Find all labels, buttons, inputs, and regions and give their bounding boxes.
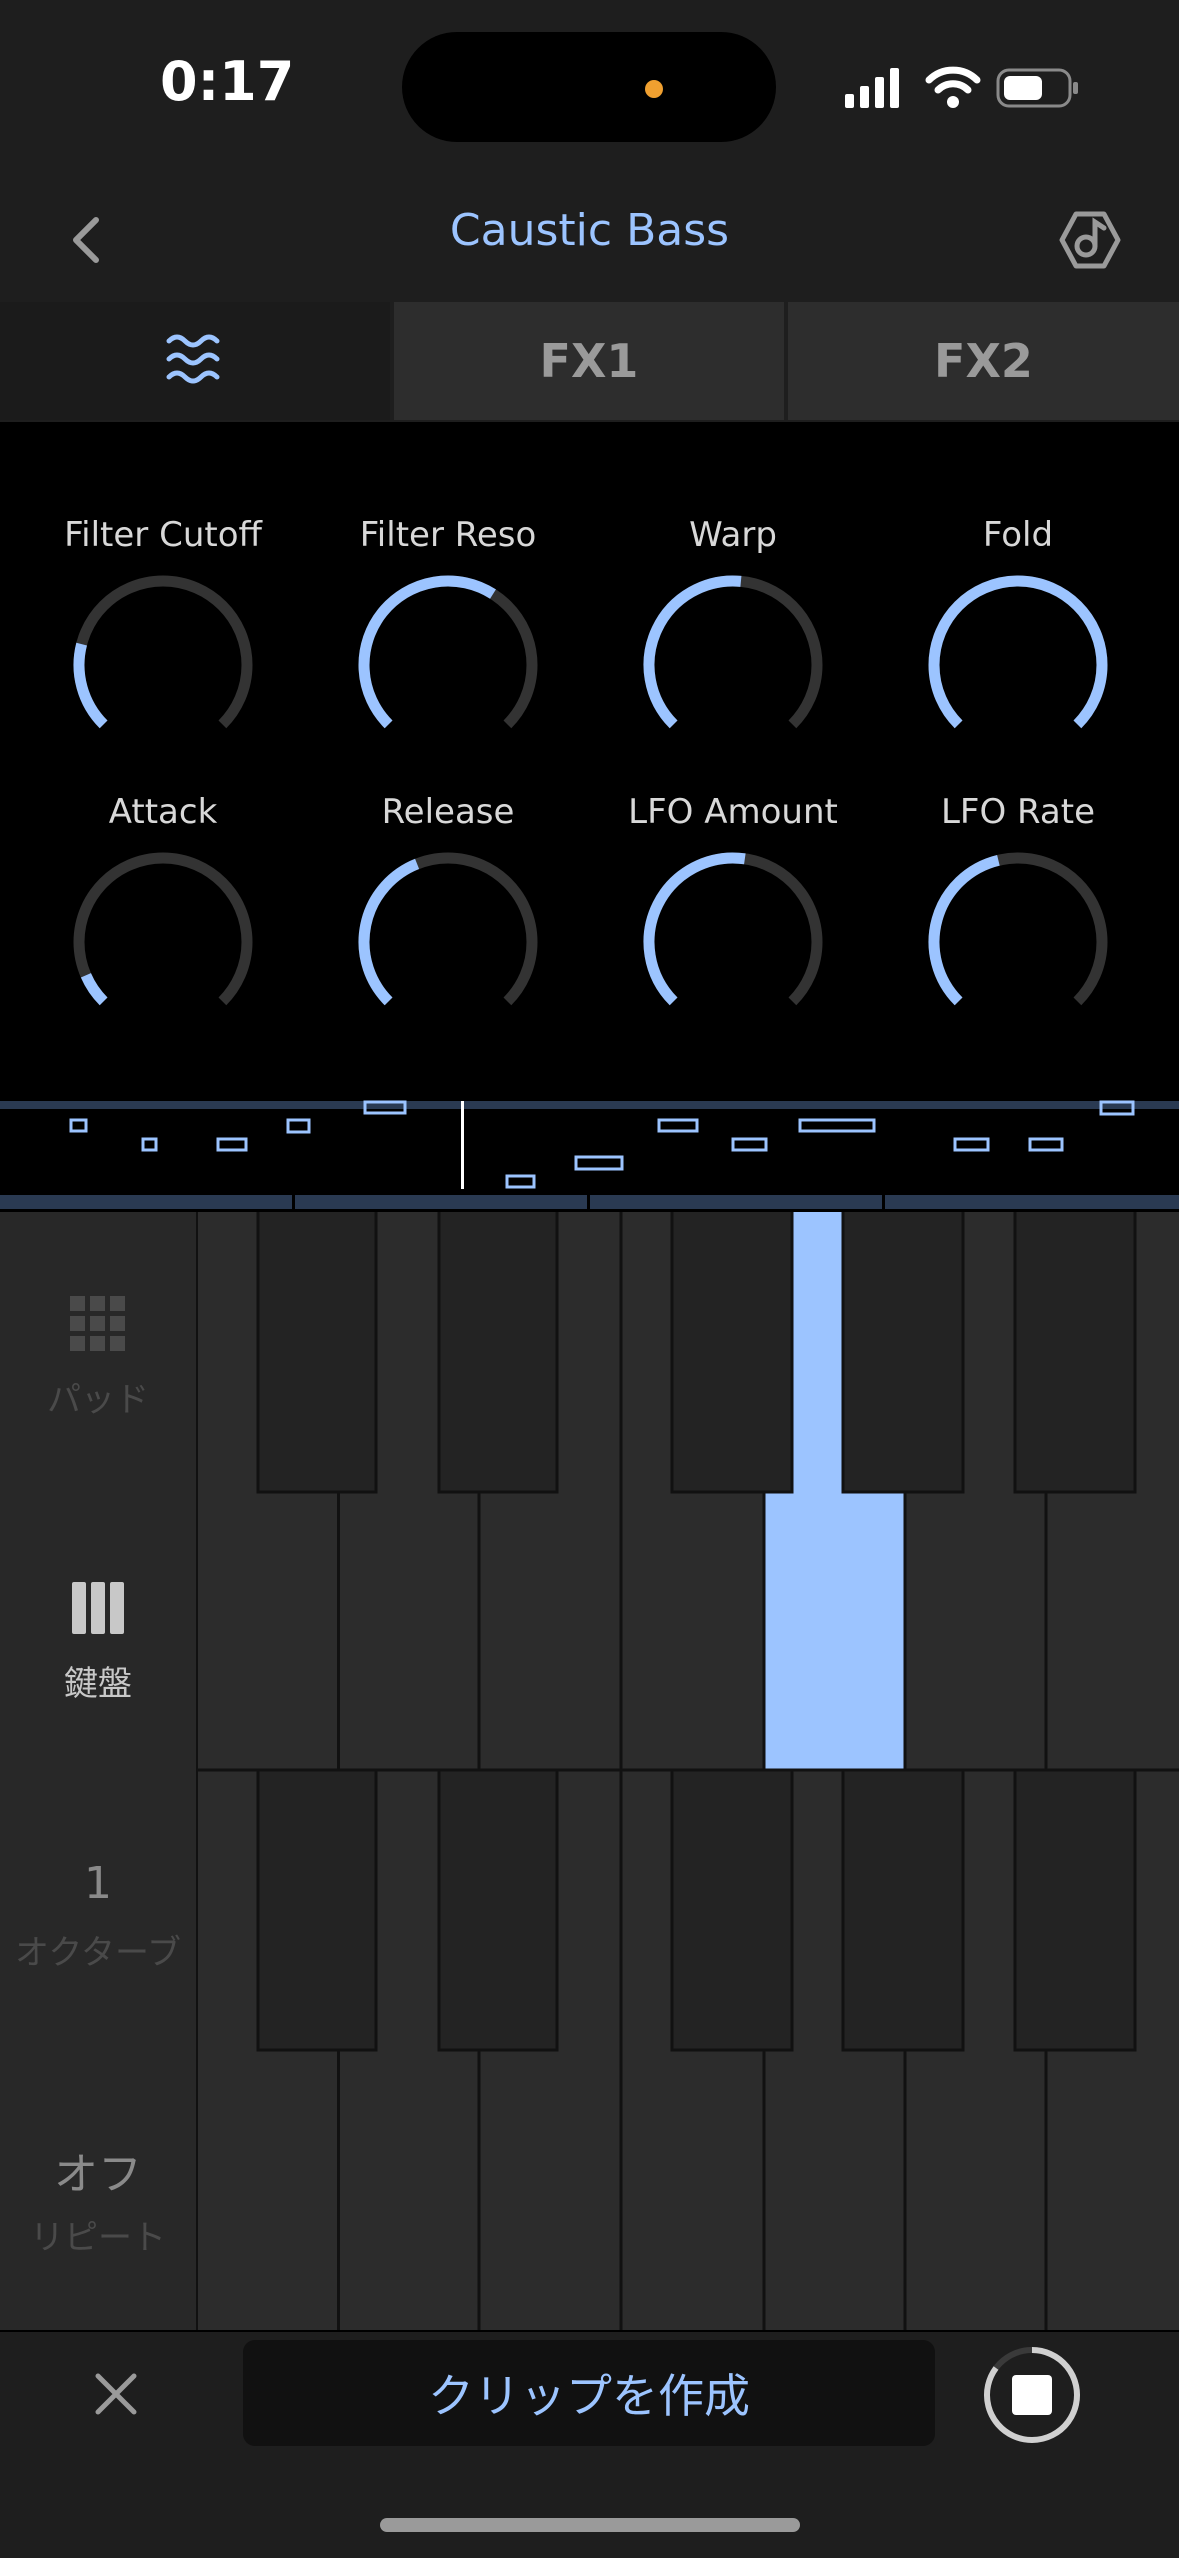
- knob-dial[interactable]: [358, 575, 538, 755]
- knob-track: [73, 575, 253, 729]
- create-clip-label: クリップを作成: [428, 2369, 750, 2423]
- status-time: 0:17: [160, 50, 295, 113]
- knob-release[interactable]: Release: [305, 792, 591, 1022]
- knob-label: Release: [381, 792, 515, 832]
- knob-track: [73, 852, 253, 1006]
- dynamic-island: [402, 32, 776, 142]
- home-indicator: [380, 2518, 800, 2532]
- knob-value-arc: [928, 575, 1108, 729]
- pads-grid-icon[interactable]: [70, 1296, 126, 1352]
- playhead: [461, 1101, 464, 1189]
- repeat-value[interactable]: オフ: [0, 2138, 196, 2202]
- pads-label: パッド: [47, 1380, 149, 1420]
- waveform-icon: [166, 334, 220, 384]
- knob-label: Attack: [108, 792, 218, 832]
- knob-label: Fold: [982, 515, 1054, 555]
- cellular-signal-icon: [845, 68, 899, 108]
- tab-fx1[interactable]: FX1: [394, 302, 784, 420]
- knob-dial[interactable]: [928, 852, 1108, 1032]
- knob-dial[interactable]: [73, 575, 253, 755]
- create-clip-button[interactable]: クリップを作成: [243, 2340, 935, 2446]
- knob-lfo-amount[interactable]: LFO Amount: [590, 792, 876, 1022]
- knob-label: LFO Amount: [628, 792, 838, 832]
- knob-label: Filter Reso: [359, 515, 537, 555]
- instrument-settings-icon[interactable]: [1058, 208, 1122, 272]
- knob-attack[interactable]: Attack: [20, 792, 306, 1022]
- knob-value-arc: [643, 852, 746, 1006]
- close-icon[interactable]: [94, 2372, 138, 2416]
- repeat-label: リピート: [30, 2218, 166, 2258]
- knob-dial[interactable]: [643, 575, 823, 755]
- sequencer-notes: [69, 1100, 1135, 1189]
- tab-fx1-label: FX1: [539, 334, 639, 388]
- tab-waveform[interactable]: [0, 302, 390, 420]
- knob-value-arc: [358, 858, 420, 1006]
- tab-fx2-label: FX2: [934, 334, 1033, 388]
- tab-fx2[interactable]: FX2: [788, 302, 1179, 420]
- knob-dial[interactable]: [358, 852, 538, 1032]
- knob-value-arc: [73, 642, 108, 729]
- keys-mode-icon[interactable]: [72, 1582, 124, 1634]
- knob-value-arc: [928, 854, 1000, 1006]
- knob-dial[interactable]: [73, 852, 253, 1032]
- knob-label: Warp: [689, 515, 777, 555]
- keys-label: 鍵盤: [64, 1664, 132, 1704]
- knob-dial[interactable]: [643, 852, 823, 1032]
- knob-label: LFO Rate: [940, 792, 1096, 832]
- knob-label: Filter Cutoff: [64, 515, 262, 555]
- knob-value-arc: [80, 973, 108, 1006]
- stop-record-button[interactable]: [982, 2345, 1082, 2445]
- knob-filter-cutoff[interactable]: Filter Cutoff: [20, 515, 306, 745]
- knob-value-arc: [358, 575, 496, 729]
- battery-icon: [996, 68, 1078, 108]
- knob-filter-reso[interactable]: Filter Reso: [305, 515, 591, 745]
- octave-value[interactable]: 1: [0, 1858, 196, 1909]
- knob-lfo-rate[interactable]: LFO Rate: [875, 792, 1161, 1022]
- knob-warp[interactable]: Warp: [590, 515, 876, 745]
- wifi-icon: [925, 66, 981, 108]
- piano-keyboard[interactable]: [198, 1212, 1179, 2330]
- mic-indicator-dot: [645, 80, 663, 98]
- page-title: Caustic Bass: [449, 205, 730, 256]
- octave-label: オクターブ: [15, 1933, 181, 1973]
- knob-fold[interactable]: Fold: [875, 515, 1161, 745]
- knob-value-arc: [643, 575, 742, 729]
- clip-sequencer[interactable]: [0, 1097, 1179, 1209]
- stop-icon: [1012, 2375, 1052, 2415]
- knob-dial[interactable]: [928, 575, 1108, 755]
